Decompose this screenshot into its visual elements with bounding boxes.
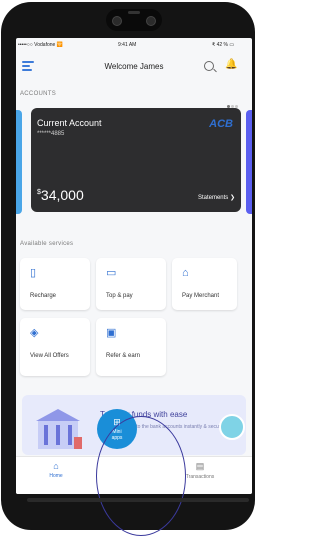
- service-label: View All Offers: [30, 353, 69, 359]
- tab-transactions[interactable]: ▤ Transactions: [180, 461, 220, 480]
- mini-apps-label: Mini apps: [111, 429, 123, 441]
- account-number: ******4885: [37, 131, 65, 137]
- device-bottom-bezel: [27, 498, 249, 502]
- accounts-section-label: ACCOUNTS: [20, 91, 57, 97]
- camera-notch: [106, 9, 162, 31]
- balance-amount: 34,000: [40, 187, 84, 203]
- battery-indicator: ₹ 42 % ▭: [212, 42, 235, 48]
- service-label: Pay Merchant: [182, 293, 220, 299]
- camera-icon: [112, 16, 122, 26]
- account-card[interactable]: Current Account ******4885 ACB $34,000 S…: [31, 108, 241, 212]
- notification-bell-icon[interactable]: 🔔: [225, 59, 237, 71]
- bottom-tab-bar: ⌂ Home ▤ Transactions: [16, 456, 252, 494]
- home-icon: ⌂: [53, 461, 59, 471]
- service-pay-merchant[interactable]: ⌂ Pay Merchant: [172, 258, 237, 310]
- services-section-label: Available services: [20, 241, 74, 247]
- tab-label: Transactions: [185, 474, 215, 480]
- tab-home[interactable]: ⌂ Home: [36, 461, 76, 479]
- shop-icon: ⌂: [182, 267, 189, 279]
- account-name: Current Account: [37, 118, 102, 128]
- app-header: Welcome James 🔔: [16, 52, 252, 80]
- transactions-icon: ▤: [195, 461, 205, 471]
- service-view-offers[interactable]: ◈ View All Offers: [20, 318, 90, 376]
- service-label: Top & pay: [106, 293, 133, 299]
- service-label: Recharge: [30, 293, 57, 299]
- service-top-pay[interactable]: ▭ Top & pay: [96, 258, 166, 310]
- assistant-icon[interactable]: [219, 414, 245, 440]
- bank-logo: ACB: [209, 118, 233, 130]
- service-label: Refer & earn: [106, 353, 141, 359]
- statements-link[interactable]: Statements ❯: [198, 194, 235, 201]
- card-icon: ▭: [106, 267, 117, 279]
- carrier-signal: •••••○○ Vodafone 🛜: [18, 42, 63, 48]
- status-time: 9:41 AM: [118, 42, 137, 48]
- status-bar: •••••○○ Vodafone 🛜 9:41 AM ₹ 42 % ▭: [16, 38, 252, 50]
- phone-icon: ▯: [30, 267, 37, 279]
- offer-icon: ◈: [30, 327, 39, 339]
- next-card-peek[interactable]: [246, 110, 252, 214]
- bank-illustration: [36, 409, 82, 449]
- page-title: Welcome James: [104, 62, 164, 71]
- service-recharge[interactable]: ▯ Recharge: [20, 258, 90, 310]
- camera-icon: [146, 16, 156, 26]
- mini-apps-button[interactable]: ⊞ Mini apps: [97, 409, 137, 449]
- previous-card-peek[interactable]: [16, 110, 22, 214]
- speaker: [128, 11, 140, 14]
- gift-icon: ▣: [106, 327, 117, 339]
- search-icon[interactable]: [204, 61, 214, 71]
- grid-icon: ⊞: [113, 417, 121, 427]
- account-balance: $34,000: [37, 187, 84, 203]
- tab-label: Home: [49, 473, 63, 479]
- service-refer-earn[interactable]: ▣ Refer & earn: [96, 318, 166, 376]
